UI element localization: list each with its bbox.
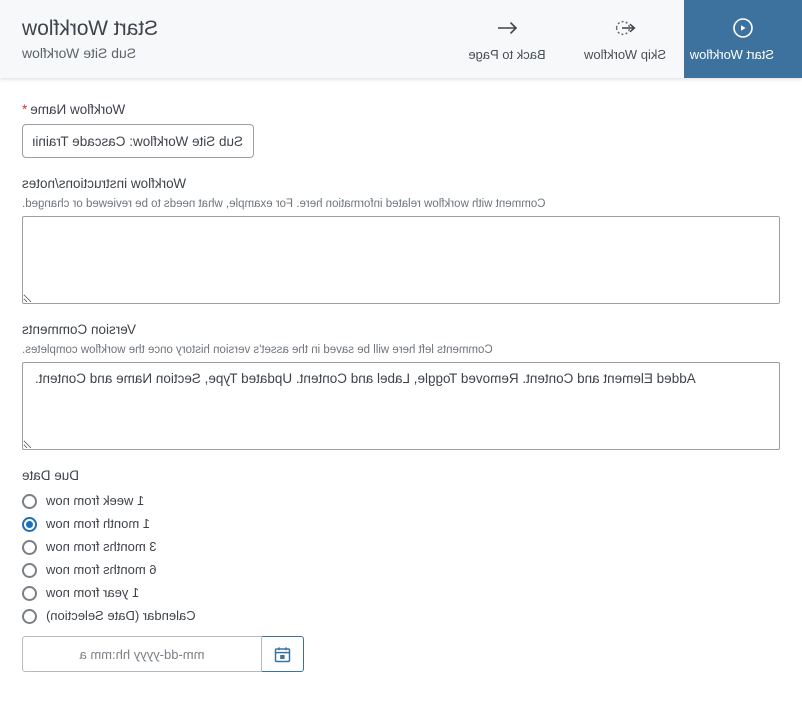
radio-button[interactable] <box>22 539 37 555</box>
version-comments-help: Comments left here will be saved in the … <box>22 344 493 356</box>
top-toolbar: Start Workflow Skip Workflow Back to Pag… <box>0 0 802 78</box>
radio-label: 1 month from now <box>46 516 151 531</box>
page-title: Start Workflow <box>22 16 159 40</box>
page-title-block: Start Workflow Sub Site Workflow <box>0 0 168 78</box>
radio-button[interactable] <box>22 585 37 601</box>
version-comments-label: Version Comments <box>22 322 137 337</box>
workflow-instructions-textarea[interactable] <box>22 216 780 304</box>
due-date-option-1-month[interactable]: 1 month from now <box>22 513 780 535</box>
toolbar-item-label: Start Workflow <box>689 47 774 62</box>
radio-button-selected[interactable] <box>22 516 37 532</box>
play-circle-icon <box>732 14 754 42</box>
toolbar-item-label: Back to Page <box>468 47 546 62</box>
toolbar-item-label: Skip Workflow <box>583 47 667 62</box>
field-due-date: Due Date 1 week from now 1 month from no… <box>22 468 780 672</box>
toolbar-item-skip-workflow[interactable]: Skip Workflow <box>566 0 684 78</box>
date-input[interactable] <box>22 636 262 672</box>
due-date-option-calendar[interactable]: Calendar (Date Selection) <box>22 605 780 627</box>
radio-label: 3 months from now <box>46 539 157 554</box>
field-workflow-name: Workflow Name* <box>22 102 780 158</box>
workflow-instructions-help: Comment with workflow related informatio… <box>22 198 546 210</box>
radio-label: 1 year from now <box>46 585 140 600</box>
radio-label: Calendar (Date Selection) <box>46 608 196 623</box>
date-input-group <box>22 636 304 672</box>
workflow-name-label: Workflow Name* <box>22 102 780 117</box>
required-indicator: * <box>22 102 28 117</box>
due-date-option-6-months[interactable]: 6 months from now <box>22 559 780 581</box>
calendar-icon <box>274 646 291 663</box>
due-date-picker <box>22 636 780 672</box>
workflow-name-input[interactable] <box>22 124 254 158</box>
page-subtitle: Sub Site Workflow <box>22 44 137 61</box>
due-date-option-1-year[interactable]: 1 year from now <box>22 582 780 604</box>
due-date-radio-group: 1 week from now 1 month from now 3 month… <box>22 490 780 627</box>
arrow-left-icon <box>494 14 520 42</box>
radio-label: 1 week from now <box>46 493 145 508</box>
toolbar-item-start-workflow[interactable]: Start Workflow <box>684 0 802 78</box>
radio-button[interactable] <box>22 562 37 578</box>
workflow-instructions-label: Workflow instructions/notes <box>22 176 187 191</box>
due-date-option-3-months[interactable]: 3 months from now <box>22 536 780 558</box>
skip-workflow-icon <box>612 14 638 42</box>
workflow-form: Workflow Name* Workflow instructions/not… <box>0 78 802 672</box>
due-date-option-1-week[interactable]: 1 week from now <box>22 490 780 512</box>
version-comments-textarea[interactable] <box>22 362 780 450</box>
field-version-comments: Version Comments Comments left here will… <box>22 322 780 450</box>
toolbar-item-back-to-page[interactable]: Back to Page <box>448 0 566 78</box>
radio-button[interactable] <box>22 608 37 624</box>
radio-label: 6 months from now <box>46 562 157 577</box>
field-workflow-instructions: Workflow instructions/notes Comment with… <box>22 176 780 304</box>
radio-button[interactable] <box>22 493 37 509</box>
page-root: Start Workflow Skip Workflow Back to Pag… <box>0 0 802 712</box>
calendar-icon-button[interactable] <box>262 636 304 672</box>
workflow-name-label-text: Workflow Name <box>30 102 126 117</box>
due-date-label: Due Date <box>22 468 80 483</box>
